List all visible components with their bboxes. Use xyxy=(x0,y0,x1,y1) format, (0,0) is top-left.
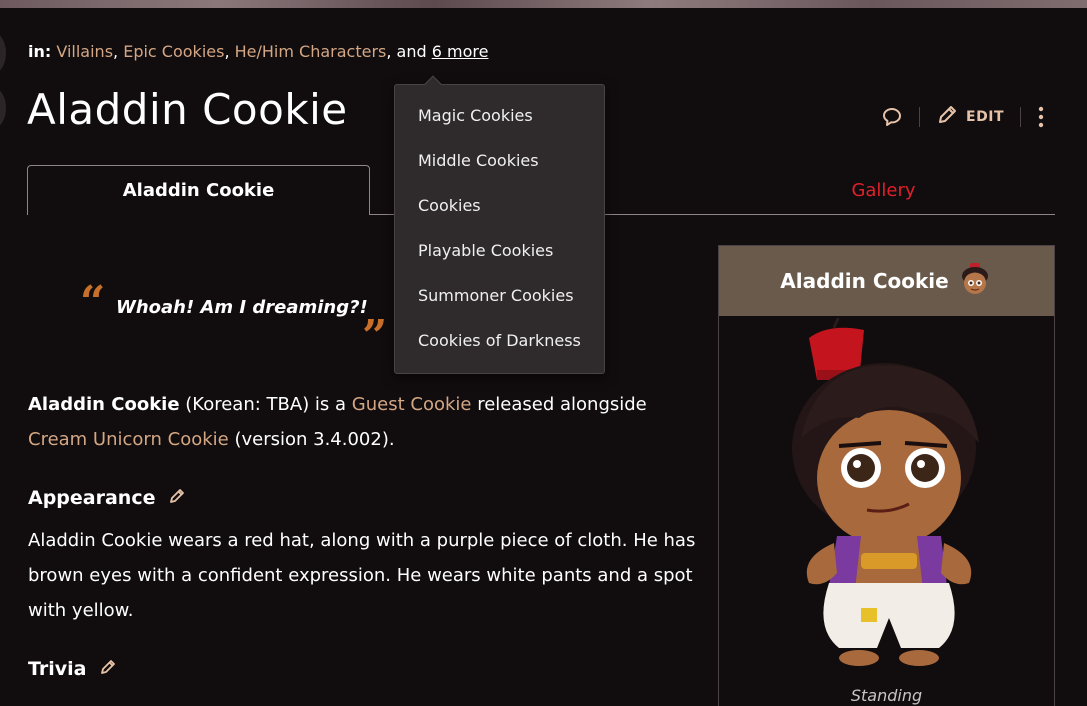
intro-text: (Korean: TBA) is a xyxy=(179,394,352,415)
infobox-title: Aladdin Cookie xyxy=(780,269,949,293)
category-bar: in: Villains, Epic Cookies, He/Him Chara… xyxy=(28,42,489,61)
category-link-villains[interactable]: Villains xyxy=(56,42,113,61)
intro-name: Aladdin Cookie xyxy=(28,394,180,415)
category-link-epic-cookies[interactable]: Epic Cookies xyxy=(123,42,224,61)
tab-gallery[interactable]: Gallery xyxy=(712,165,1055,215)
aladdin-cookie-image[interactable] xyxy=(789,315,989,678)
infobox-header: Aladdin Cookie xyxy=(719,246,1054,316)
edit-section-icon[interactable] xyxy=(169,487,185,509)
edit-label: EDIT xyxy=(966,109,1004,125)
category-link-he-him[interactable]: He/Him Characters xyxy=(235,42,387,61)
sidebar-edge-button[interactable] xyxy=(0,88,6,128)
trivia-heading: Trivia xyxy=(28,658,116,680)
edit-section-icon[interactable] xyxy=(100,658,116,680)
category-prefix: in: xyxy=(28,42,52,61)
sidebar-edge-button[interactable] xyxy=(0,33,6,73)
quote-icon: ” xyxy=(362,311,388,362)
dropdown-caret xyxy=(424,75,442,93)
appearance-title: Appearance xyxy=(28,487,156,509)
infobox-caption: Standing xyxy=(850,686,923,705)
appearance-paragraph: Aladdin Cookie wears a red hat, along wi… xyxy=(28,530,696,621)
action-divider xyxy=(1020,107,1021,127)
intro-text: released alongside xyxy=(471,394,647,415)
dropdown-item-cookies-of-darkness[interactable]: Cookies of Darkness xyxy=(418,331,581,350)
cookie-head-icon xyxy=(957,261,993,302)
action-divider xyxy=(919,107,921,127)
intro-paragraph: Aladdin Cookie (Korean: TBA) is a Guest … xyxy=(28,387,698,457)
appearance-heading: Appearance xyxy=(28,487,185,509)
categories-dropdown: Magic Cookies Middle Cookies Cookies Pla… xyxy=(394,75,605,374)
dropdown-item-playable-cookies[interactable]: Playable Cookies xyxy=(418,241,553,260)
quote-icon: “ xyxy=(80,277,106,328)
intro-text: (version 3.4.002). xyxy=(228,429,395,450)
quote-block: “ Whoah! Am I dreaming?! ” xyxy=(80,277,390,359)
category-and: , and xyxy=(386,42,432,61)
comment-icon[interactable] xyxy=(881,106,903,128)
kebab-menu-icon[interactable] xyxy=(1037,105,1045,129)
quote-text: Whoah! Am I dreaming?! xyxy=(116,297,368,318)
cream-unicorn-cookie-link[interactable]: Cream Unicorn Cookie xyxy=(28,429,229,450)
page-title: Aladdin Cookie xyxy=(27,85,348,134)
pencil-icon xyxy=(936,104,958,130)
dropdown-item-middle-cookies[interactable]: Middle Cookies xyxy=(418,151,539,170)
tab-aladdin-cookie[interactable]: Aladdin Cookie xyxy=(27,165,370,215)
infobox: Aladdin Cookie Standing xyxy=(718,245,1055,706)
dropdown-item-magic-cookies[interactable]: Magic Cookies xyxy=(418,106,533,125)
guest-cookie-link[interactable]: Guest Cookie xyxy=(352,394,472,415)
dropdown-item-summoner-cookies[interactable]: Summoner Cookies xyxy=(418,286,574,305)
dropdown-item-cookies[interactable]: Cookies xyxy=(418,196,481,215)
trivia-title: Trivia xyxy=(28,658,87,680)
edit-button[interactable]: EDIT xyxy=(936,104,1004,130)
top-banner xyxy=(0,0,1087,8)
page-actions: EDIT xyxy=(881,102,1045,132)
category-more-toggle[interactable]: 6 more xyxy=(432,42,489,61)
